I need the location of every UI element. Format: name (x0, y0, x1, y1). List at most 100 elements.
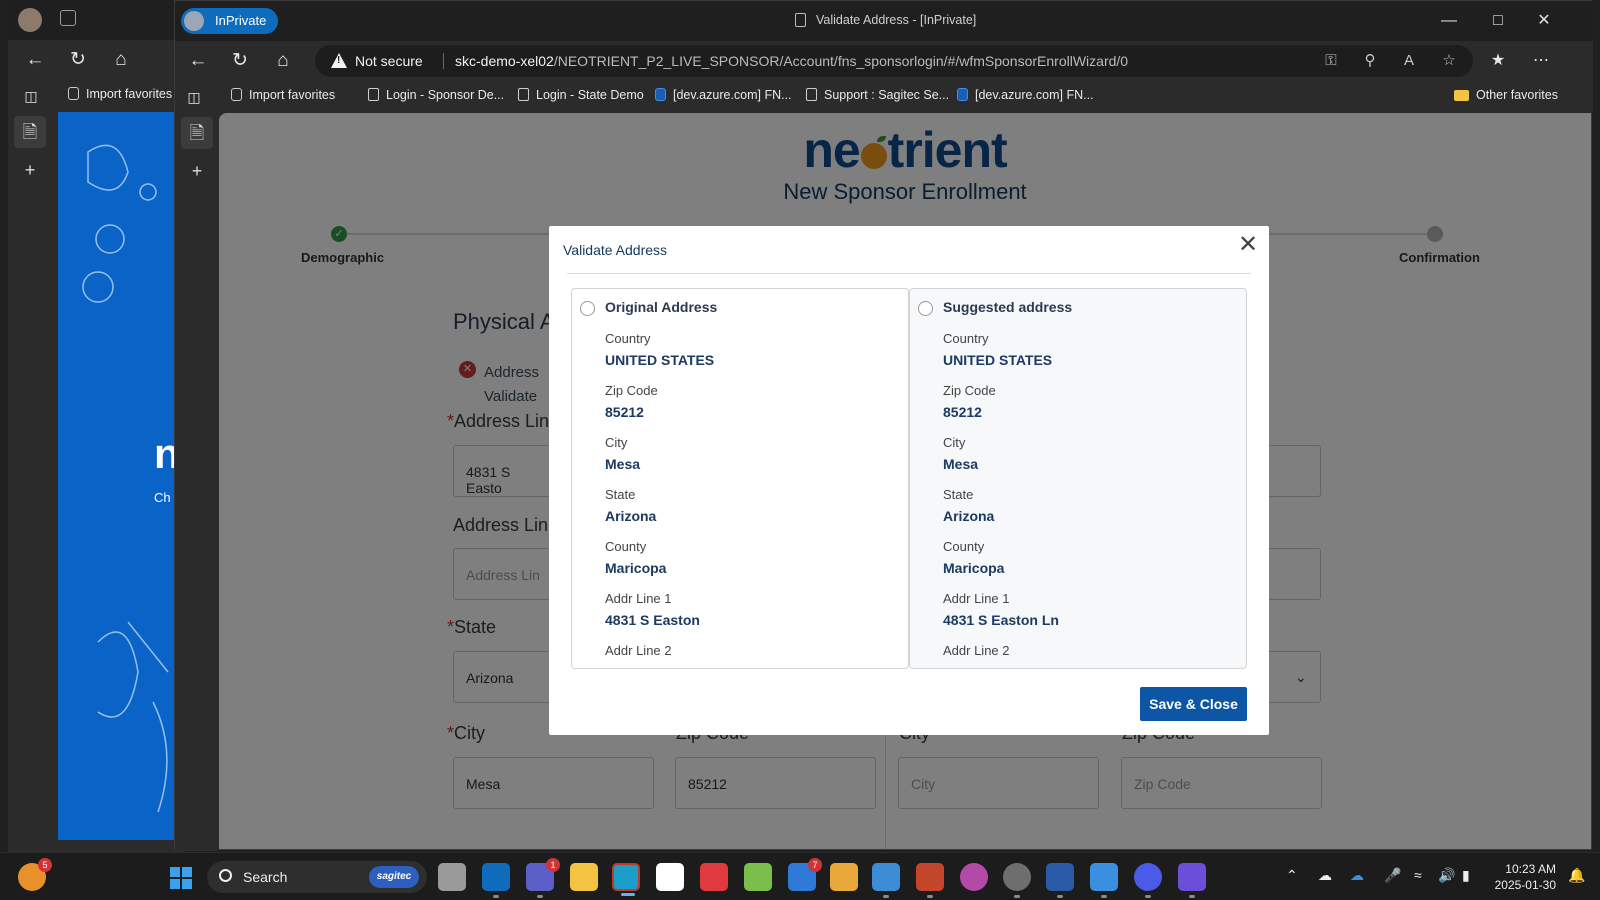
vertical-tabs: 🗎 + (175, 113, 219, 851)
field-label: County (943, 539, 985, 554)
suggested-address-card[interactable]: Suggested address Country UNITED STATES … (909, 288, 1247, 669)
bg-favorites-bar: ◫ Import favorites (8, 80, 184, 112)
save-close-button[interactable]: Save & Close (1140, 687, 1247, 721)
zoom-icon[interactable]: ⚲ (1360, 51, 1380, 71)
search-icon (219, 869, 232, 882)
favorite-azure-2[interactable]: [dev.azure.com] FN... (957, 88, 1094, 102)
field-value: Arizona (605, 508, 657, 524)
bg-vertical-tabs: 🗎 + (8, 112, 58, 860)
original-address-card[interactable]: Original Address Country UNITED STATES Z… (571, 288, 909, 669)
wifi-icon[interactable]: ≈ (1414, 867, 1422, 883)
app-icon-layers[interactable] (830, 863, 858, 891)
taskbar-search[interactable]: Search sagitec (207, 861, 427, 893)
chevron-up-icon[interactable]: ⌃ (1286, 867, 1298, 884)
minimize-icon[interactable]: — (1439, 11, 1459, 31)
field-value: Mesa (605, 456, 641, 472)
back-icon[interactable]: ← (185, 49, 211, 73)
refresh-icon[interactable]: ↻ (227, 49, 253, 73)
home-icon[interactable]: ⌂ (270, 49, 296, 73)
taskbar: 5 Search sagitec 1 7 ⌃ ☁ ☁ 🎤 ≈ 🔊 ▮ 10:23… (0, 852, 1600, 900)
power-app-icon[interactable] (960, 863, 988, 891)
vivaldi-icon[interactable] (700, 863, 728, 891)
outlook-icon[interactable] (482, 863, 510, 898)
field-value: Mesa (943, 456, 979, 472)
onedrive-icon[interactable]: ☁ (1350, 867, 1364, 884)
bg-refresh-icon[interactable]: ↻ (65, 48, 91, 72)
workspaces-icon[interactable] (60, 10, 76, 26)
inprivate-badge[interactable]: InPrivate (181, 8, 279, 34)
field-label: Addr Line 2 (605, 643, 672, 658)
field-value: UNITED STATES (943, 352, 1053, 368)
field-value: 85212 (943, 404, 982, 420)
favorite-import[interactable]: Import favorites (231, 88, 335, 102)
notepad-icon[interactable] (1090, 863, 1118, 898)
suggested-address-radio[interactable] (918, 301, 933, 316)
field-label: State (605, 487, 636, 502)
profile-avatar-icon (184, 11, 204, 31)
powershell-icon[interactable] (1046, 863, 1074, 898)
weather-icon[interactable]: 5 (18, 858, 52, 891)
maximize-icon[interactable]: □ (1488, 11, 1508, 31)
other-favorites[interactable]: Other favorites (1454, 88, 1558, 102)
app-icon-q[interactable] (1178, 863, 1206, 898)
close-icon[interactable]: ✕ (1237, 233, 1259, 257)
field-label: Addr Line 1 (605, 591, 672, 606)
notifications-icon[interactable]: 🔔 (1568, 867, 1585, 884)
original-address-radio[interactable] (580, 301, 595, 316)
bg-tab-icon[interactable]: 🗎 (14, 116, 46, 148)
task-view-icon[interactable] (438, 863, 466, 891)
app-icon-s[interactable] (656, 863, 684, 891)
field-label: County (605, 539, 647, 554)
app-icon-circle[interactable] (1134, 863, 1162, 898)
key-icon[interactable]: ⚿ (1321, 51, 1341, 71)
field-label: Addr Line 1 (943, 591, 1010, 606)
microphone-icon[interactable]: 🎤 (1384, 867, 1401, 884)
warning-icon (331, 53, 347, 68)
tab-actions-icon[interactable]: ◫ (181, 85, 207, 109)
validate-address-dialog: Validate Address ✕ Original Address Coun… (549, 226, 1269, 735)
field-label: State (943, 487, 974, 502)
favorite-login-sponsor[interactable]: Login - Sponsor De... (368, 88, 504, 102)
todo-icon[interactable]: 7 (788, 858, 822, 891)
read-aloud-icon[interactable]: A (1399, 51, 1419, 71)
volume-icon[interactable]: 🔊 (1438, 867, 1455, 884)
teams-icon[interactable]: 1 (526, 858, 560, 898)
edge-icon[interactable] (612, 863, 640, 896)
more-icon[interactable]: ⋯ (1528, 49, 1554, 73)
windows-start-icon[interactable] (170, 867, 192, 889)
sagitec-badge: sagitec (369, 866, 419, 888)
field-value: Maricopa (943, 560, 1005, 576)
file-explorer-icon[interactable] (570, 863, 598, 891)
cloud-icon[interactable]: ☁ (1318, 867, 1332, 884)
favorites-icon[interactable]: ★ (1485, 49, 1511, 73)
favorite-support[interactable]: Support : Sagitec Se... (806, 88, 949, 102)
url-text[interactable]: skc-demo-xel02/NEOTRIENT_P2_LIVE_SPONSOR… (455, 53, 1128, 69)
powerpoint-icon[interactable] (916, 863, 944, 898)
bg-favorite-import[interactable]: Import favorites (68, 87, 172, 101)
favorite-star-icon[interactable]: ☆ (1439, 51, 1459, 71)
field-value: UNITED STATES (605, 352, 715, 368)
bg-new-tab-icon[interactable]: + (14, 154, 46, 186)
close-window-icon[interactable]: ✕ (1534, 11, 1554, 31)
background-browser-window: ← ↻ ⌂ ◫ Import favorites 🗎 + n Ch (8, 0, 184, 860)
bg-tab-actions-icon[interactable]: ◫ (18, 84, 44, 108)
favorite-azure-1[interactable]: [dev.azure.com] FN... (655, 88, 792, 102)
tab-icon[interactable]: 🗎 (181, 117, 213, 149)
bg-back-icon[interactable]: ← (22, 48, 48, 72)
clock-time: 10:23 AM (1505, 862, 1556, 876)
bg-home-icon[interactable]: ⌂ (108, 48, 134, 72)
battery-icon[interactable]: ▮ (1462, 867, 1470, 884)
suggested-address-heading: Suggested address (943, 299, 1073, 315)
favorite-login-state[interactable]: Login - State Demo (518, 88, 644, 102)
clock[interactable]: 10:23 AM 2025-01-30 (1495, 861, 1556, 893)
bg-titlebar (8, 0, 184, 40)
weather-badge: 5 (38, 858, 52, 872)
notepadpp-icon[interactable] (744, 863, 772, 891)
address-bar[interactable]: Not secure skc-demo-xel02/NEOTRIENT_P2_L… (315, 45, 1473, 77)
search-label: Search (243, 869, 288, 885)
github-desktop-icon[interactable] (1003, 863, 1031, 898)
new-tab-icon[interactable]: + (181, 155, 213, 187)
monitor-icon[interactable] (872, 863, 900, 898)
not-secure-label[interactable]: Not secure (355, 53, 423, 69)
profile-avatar[interactable] (18, 8, 42, 32)
